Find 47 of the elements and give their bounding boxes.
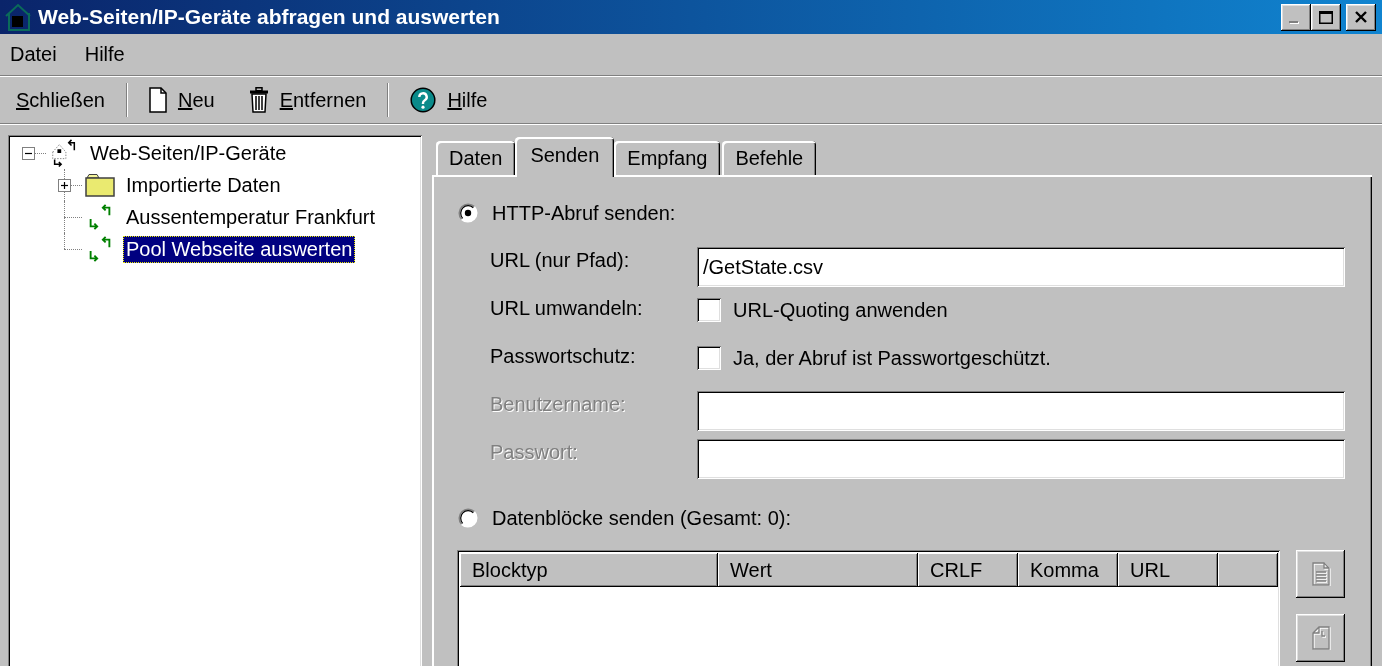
maximize-icon — [1319, 10, 1333, 24]
column-header[interactable]: Blocktyp — [460, 553, 718, 587]
trash-icon — [248, 87, 269, 113]
column-header[interactable]: Wert — [718, 553, 918, 587]
document-icon — [148, 87, 167, 113]
field-label: Passwortschutz: — [490, 344, 637, 369]
field-label: URL umwandeln: — [490, 296, 644, 321]
help-button[interactable]: Hilfe — [403, 81, 495, 119]
tab[interactable]: Daten — [436, 141, 516, 175]
checkbox-label[interactable]: Ja, der Abruf ist Passwortgeschützt. — [733, 346, 1051, 370]
tab[interactable]: Befehle — [722, 141, 817, 175]
radio-label[interactable]: Datenblöcke senden (Gesamt: 0): — [492, 506, 792, 530]
checkbox[interactable] — [697, 346, 721, 370]
radio-label[interactable]: HTTP-Abruf senden: — [492, 201, 676, 225]
header-filler — [1218, 553, 1278, 587]
page-icon — [1310, 626, 1331, 650]
checkbox-label[interactable]: URL-Quoting anwenden — [733, 298, 948, 322]
close-icon — [1355, 11, 1367, 23]
minimize-icon — [1289, 20, 1299, 24]
tree-item[interactable]: Web-Seiten/IP-Geräte — [87, 139, 290, 167]
close-window-button[interactable] — [1346, 3, 1376, 31]
radio-button[interactable] — [458, 508, 478, 528]
field-label: Passwort: — [490, 440, 579, 465]
tree-item[interactable]: Importierte Daten — [123, 171, 284, 199]
new-button[interactable]: Neu — [141, 81, 222, 119]
maximize-button[interactable] — [1311, 3, 1341, 31]
remove-button[interactable]: Entfernen — [241, 81, 374, 119]
checkbox[interactable] — [697, 298, 721, 322]
plus-box-icon[interactable] — [58, 179, 71, 192]
column-header[interactable]: Komma — [1018, 553, 1118, 587]
window-title: Web-Seiten/IP-Geräte abfragen und auswerten — [38, 5, 501, 29]
menu-item[interactable]: Datei — [0, 34, 67, 75]
input-field[interactable]: /GetState.csv — [697, 247, 1345, 287]
radio-button[interactable] — [458, 203, 478, 223]
tree-item[interactable]: Aussentemperatur Frankfurt — [123, 203, 378, 231]
help-icon — [410, 87, 437, 113]
column-header[interactable]: CRLF — [918, 553, 1018, 587]
document-lines-icon — [1310, 562, 1331, 586]
field-label: Benutzername: — [490, 392, 627, 417]
close-button[interactable]: Schließen — [9, 81, 112, 119]
field-label: URL (nur Pfad): — [490, 248, 631, 273]
column-header[interactable]: URL — [1118, 553, 1218, 587]
menu-item[interactable]: Hilfe — [74, 34, 135, 75]
tab[interactable]: Empfang — [614, 141, 721, 175]
tab[interactable]: Senden — [515, 137, 615, 177]
tree-item[interactable]: Pool Webseite auswerten — [123, 235, 356, 263]
minus-box-icon[interactable] — [22, 147, 35, 160]
